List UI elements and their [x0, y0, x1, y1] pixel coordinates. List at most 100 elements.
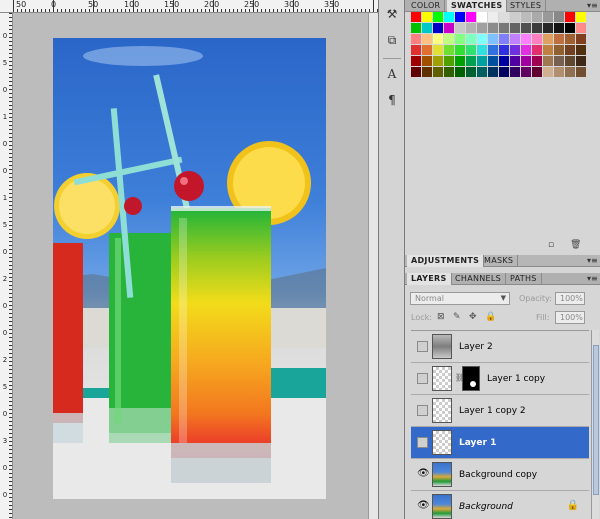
- color-swatch[interactable]: [433, 23, 443, 33]
- color-swatch[interactable]: [455, 34, 465, 44]
- color-swatch[interactable]: [466, 45, 476, 55]
- paragraph-icon[interactable]: ¶: [382, 91, 402, 109]
- color-swatch[interactable]: [466, 23, 476, 33]
- panel-menu-icon[interactable]: ▾≡: [587, 256, 598, 266]
- color-swatch[interactable]: [488, 12, 498, 22]
- color-swatch[interactable]: [422, 56, 432, 66]
- color-swatch[interactable]: [499, 12, 509, 22]
- color-swatch[interactable]: [565, 67, 575, 77]
- panel-menu-icon[interactable]: ▾≡: [587, 1, 598, 11]
- color-swatch[interactable]: [510, 45, 520, 55]
- color-swatch[interactable]: [521, 34, 531, 44]
- layer-row[interactable]: Layer 1 copy 2: [411, 395, 589, 427]
- color-swatch[interactable]: [576, 12, 586, 22]
- color-swatch[interactable]: [455, 12, 465, 22]
- visibility-toggle[interactable]: [417, 373, 428, 384]
- color-swatch[interactable]: [499, 45, 509, 55]
- character-icon[interactable]: A: [382, 65, 402, 83]
- color-swatch[interactable]: [554, 34, 564, 44]
- panel-menu-icon[interactable]: ▾≡: [587, 274, 598, 284]
- color-swatch[interactable]: [543, 45, 553, 55]
- color-swatch[interactable]: [477, 45, 487, 55]
- layer-row[interactable]: ⛓ Layer 1 copy: [411, 363, 589, 395]
- color-swatch[interactable]: [411, 45, 421, 55]
- color-swatch[interactable]: [488, 45, 498, 55]
- tab-swatches[interactable]: SWATCHES: [447, 0, 508, 12]
- color-swatch[interactable]: [444, 67, 454, 77]
- color-swatch[interactable]: [510, 23, 520, 33]
- vertical-ruler[interactable]: 0 5 0 1 0 0 1 5 0 2 0 0 2 5 0 3 0 0: [0, 13, 13, 519]
- color-swatch[interactable]: [444, 45, 454, 55]
- color-swatch[interactable]: [499, 34, 509, 44]
- visibility-toggle[interactable]: [417, 437, 428, 448]
- color-swatch[interactable]: [411, 12, 421, 22]
- horizontal-ruler[interactable]: 50 0 50 100 150 200 250 300 350: [0, 0, 378, 13]
- color-swatch[interactable]: [422, 12, 432, 22]
- lock-pixels-icon[interactable]: ✎: [453, 312, 461, 322]
- eye-icon[interactable]: 👁: [417, 501, 430, 512]
- color-swatch[interactable]: [543, 23, 553, 33]
- color-swatch[interactable]: [576, 67, 586, 77]
- color-swatch[interactable]: [521, 67, 531, 77]
- trash-icon[interactable]: 🗑: [570, 240, 581, 250]
- lock-transparency-icon[interactable]: ⊠: [437, 312, 445, 322]
- color-swatch[interactable]: [444, 56, 454, 66]
- color-swatch[interactable]: [422, 34, 432, 44]
- tab-paths[interactable]: PATHS: [506, 273, 542, 285]
- color-swatch[interactable]: [554, 56, 564, 66]
- color-swatch[interactable]: [554, 12, 564, 22]
- color-swatch[interactable]: [565, 34, 575, 44]
- color-swatch[interactable]: [455, 45, 465, 55]
- color-swatch[interactable]: [554, 67, 564, 77]
- color-swatch[interactable]: [422, 45, 432, 55]
- color-swatch[interactable]: [565, 45, 575, 55]
- color-swatch[interactable]: [422, 23, 432, 33]
- color-swatch[interactable]: [565, 56, 575, 66]
- color-swatch[interactable]: [444, 34, 454, 44]
- color-swatch[interactable]: [543, 67, 553, 77]
- color-swatch[interactable]: [543, 34, 553, 44]
- visibility-toggle[interactable]: [417, 341, 428, 352]
- color-swatch[interactable]: [510, 67, 520, 77]
- color-swatch[interactable]: [477, 12, 487, 22]
- color-swatch[interactable]: [554, 45, 564, 55]
- layer-row[interactable]: 👁 Background copy: [411, 459, 589, 491]
- color-swatch[interactable]: [576, 34, 586, 44]
- color-swatch[interactable]: [576, 45, 586, 55]
- scrollbar-thumb[interactable]: [593, 345, 599, 495]
- color-swatch[interactable]: [532, 56, 542, 66]
- layer-mask-thumbnail[interactable]: [462, 366, 480, 391]
- color-swatch[interactable]: [488, 23, 498, 33]
- color-swatch[interactable]: [477, 67, 487, 77]
- color-swatch[interactable]: [477, 56, 487, 66]
- color-swatch[interactable]: [466, 67, 476, 77]
- color-swatch[interactable]: [576, 56, 586, 66]
- layer-row[interactable]: Layer 1: [411, 427, 589, 459]
- tab-channels[interactable]: CHANNELS: [451, 273, 507, 285]
- lock-all-icon[interactable]: 🔒: [485, 312, 496, 322]
- color-swatch[interactable]: [554, 23, 564, 33]
- fill-input[interactable]: 100%: [555, 311, 585, 324]
- color-swatch[interactable]: [565, 23, 575, 33]
- color-swatch[interactable]: [455, 67, 465, 77]
- document-scrollbar[interactable]: [368, 13, 378, 519]
- color-swatch[interactable]: [532, 12, 542, 22]
- layer-row[interactable]: Layer 2: [411, 331, 589, 363]
- color-swatch[interactable]: [576, 23, 586, 33]
- image-canvas[interactable]: [53, 38, 326, 499]
- color-swatch[interactable]: [499, 23, 509, 33]
- color-swatch[interactable]: [411, 56, 421, 66]
- tab-color[interactable]: COLOR: [407, 0, 446, 12]
- color-swatch[interactable]: [433, 12, 443, 22]
- color-swatch[interactable]: [499, 67, 509, 77]
- new-swatch-icon[interactable]: ▫: [548, 240, 554, 250]
- color-swatch[interactable]: [510, 12, 520, 22]
- color-swatch[interactable]: [466, 12, 476, 22]
- color-swatch[interactable]: [521, 56, 531, 66]
- tab-styles[interactable]: STYLES: [506, 0, 547, 12]
- tool-preset-icon[interactable]: ⧉: [382, 31, 402, 49]
- color-swatch[interactable]: [455, 23, 465, 33]
- history-brush-icon[interactable]: ⚒: [382, 5, 402, 23]
- layer-row[interactable]: 👁 Background 🔒: [411, 491, 589, 519]
- color-swatch[interactable]: [466, 34, 476, 44]
